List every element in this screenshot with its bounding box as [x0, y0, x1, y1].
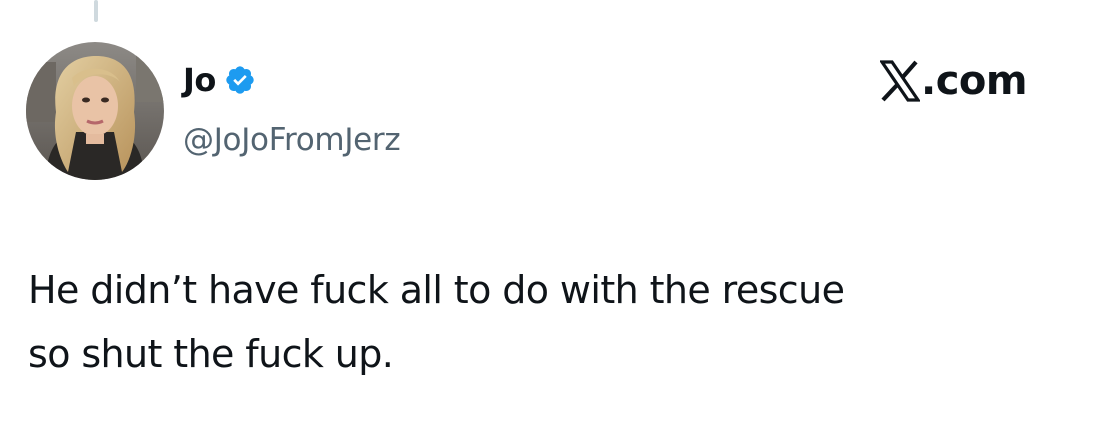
author-name-row: Jo — [183, 60, 256, 100]
platform-brand: .com — [878, 58, 1028, 104]
author-handle[interactable]: @JoJoFromJerz — [183, 120, 401, 160]
verified-badge-icon — [224, 64, 256, 96]
post-text-line: He didn’t have fuck all to do with the r… — [28, 268, 845, 312]
x-logo-icon — [878, 60, 922, 102]
post-text-line: so shut the fuck up. — [28, 332, 394, 376]
avatar-image — [26, 42, 164, 180]
thread-connector-line — [94, 0, 98, 22]
post-text: He didn’t have fuck all to do with the r… — [28, 258, 1078, 386]
avatar[interactable] — [26, 42, 164, 180]
platform-brand-text: .com — [921, 58, 1028, 104]
author-display-name[interactable]: Jo — [183, 60, 216, 100]
